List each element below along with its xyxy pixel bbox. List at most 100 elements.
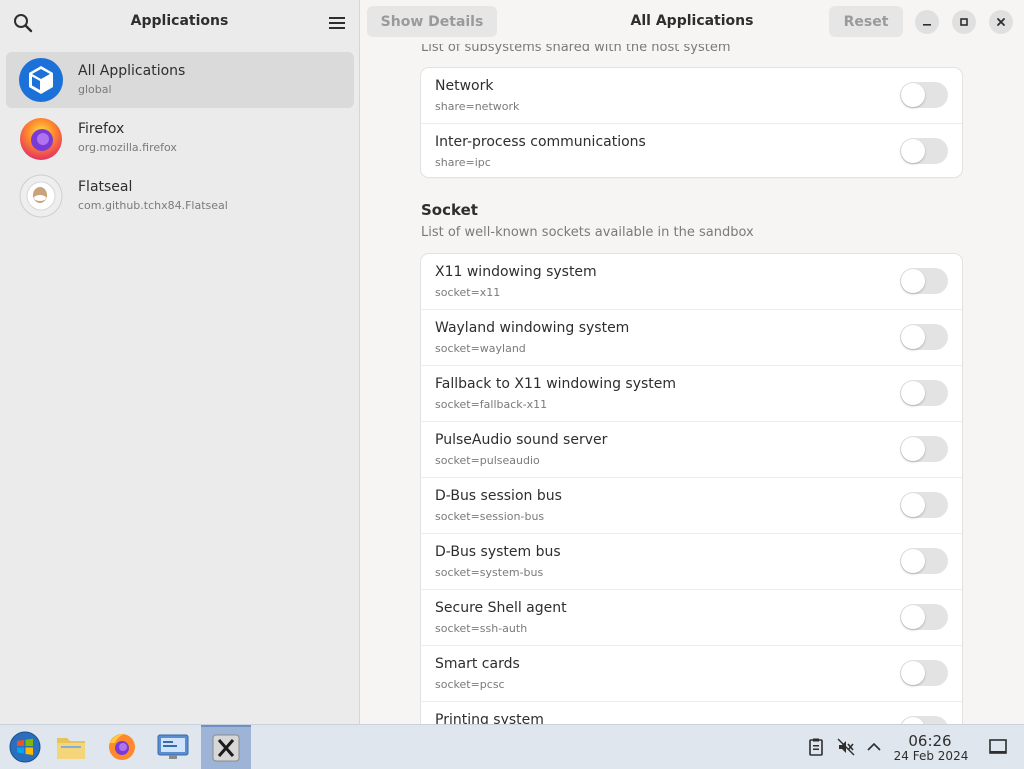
chevron-up-icon[interactable] bbox=[864, 737, 884, 757]
row-title: PulseAudio sound server bbox=[435, 432, 608, 448]
app-name: Firefox bbox=[78, 121, 125, 137]
app-item-flatseal[interactable]: Flatseal com.github.tchx84.Flatseal bbox=[6, 168, 354, 224]
maximize-icon bbox=[960, 18, 968, 26]
row-title: D-Bus system bus bbox=[435, 544, 561, 560]
row-title: Wayland windowing system bbox=[435, 320, 630, 336]
sidebar-title: Applications bbox=[130, 13, 229, 29]
socket-section-title: Socket bbox=[421, 201, 478, 219]
row-key: socket=pulseaudio bbox=[435, 454, 540, 467]
row-title: Printing system bbox=[435, 712, 544, 724]
start-menu-icon bbox=[9, 731, 41, 763]
clock-date: 24 Feb 2024 bbox=[893, 749, 969, 763]
minimize-icon bbox=[923, 24, 931, 26]
control-panel-button[interactable] bbox=[148, 725, 198, 769]
flatseal-icon bbox=[18, 173, 64, 219]
permission-row-ssh-auth: Secure Shell agent socket=ssh-auth bbox=[421, 590, 962, 646]
all-applications-icon bbox=[18, 57, 64, 103]
reset-button[interactable]: Reset bbox=[829, 6, 903, 37]
taskbar: 06:26 24 Feb 2024 bbox=[0, 724, 1024, 769]
clock-time[interactable]: 06:26 bbox=[896, 732, 964, 750]
row-key: socket=wayland bbox=[435, 342, 526, 355]
sidebar-header: Applications bbox=[0, 0, 359, 44]
volume-muted-icon[interactable] bbox=[836, 737, 856, 757]
toggle-knob bbox=[901, 83, 925, 107]
toggle-switch[interactable] bbox=[900, 380, 948, 406]
app-list: All Applications global Firefox org.mozi… bbox=[6, 52, 354, 226]
toggle-knob bbox=[901, 605, 925, 629]
toggle-knob bbox=[901, 139, 925, 163]
toggle-switch[interactable] bbox=[900, 138, 948, 164]
permission-row-network: Network share=network bbox=[421, 68, 962, 124]
header-bar: Show Details All Applications Reset bbox=[360, 0, 1024, 44]
minimize-button[interactable] bbox=[915, 10, 939, 34]
row-key: socket=system-bus bbox=[435, 566, 544, 579]
toggle-knob bbox=[901, 661, 925, 685]
toggle-switch[interactable] bbox=[900, 324, 948, 350]
toggle-switch[interactable] bbox=[900, 548, 948, 574]
permission-row-ipc: Inter-process communications share=ipc bbox=[421, 124, 962, 177]
toggle-switch[interactable] bbox=[900, 82, 948, 108]
toggle-knob bbox=[901, 493, 925, 517]
toggle-switch[interactable] bbox=[900, 436, 948, 462]
row-key: socket=session-bus bbox=[435, 510, 545, 523]
firefox-icon bbox=[18, 115, 64, 161]
control-panel-icon bbox=[157, 734, 189, 759]
permission-row-session-bus: D-Bus session bus socket=session-bus bbox=[421, 478, 962, 534]
clipboard-icon[interactable] bbox=[806, 737, 826, 757]
toggle-switch[interactable] bbox=[900, 492, 948, 518]
maximize-button[interactable] bbox=[952, 10, 976, 34]
row-key: socket=pcsc bbox=[435, 678, 505, 691]
permission-row-printing: Printing system bbox=[421, 702, 962, 724]
file-manager-button[interactable] bbox=[46, 725, 96, 769]
toggle-knob bbox=[901, 381, 925, 405]
toggle-knob bbox=[901, 437, 925, 461]
row-title: X11 windowing system bbox=[435, 264, 597, 280]
app-name: Flatseal bbox=[78, 179, 133, 195]
toggle-switch[interactable] bbox=[900, 604, 948, 630]
permissions-pane: List of subsystems shared with the host … bbox=[360, 0, 1024, 724]
socket-card: X11 windowing system socket=x11 Wayland … bbox=[421, 254, 962, 724]
row-title: Secure Shell agent bbox=[435, 600, 567, 616]
toggle-knob bbox=[901, 549, 925, 573]
permission-row-wayland: Wayland windowing system socket=wayland bbox=[421, 310, 962, 366]
share-card: Network share=network Inter-process comm… bbox=[421, 68, 962, 177]
app-item-all-applications[interactable]: All Applications global bbox=[6, 52, 354, 108]
start-menu-button[interactable] bbox=[0, 725, 50, 769]
app-name: All Applications bbox=[78, 63, 186, 79]
close-icon bbox=[997, 18, 1005, 26]
row-title: D-Bus session bus bbox=[435, 488, 562, 504]
toggle-knob bbox=[901, 325, 925, 349]
firefox-icon bbox=[109, 734, 135, 760]
permission-row-pulseaudio: PulseAudio sound server socket=pulseaudi… bbox=[421, 422, 962, 478]
row-key: socket=x11 bbox=[435, 286, 501, 299]
row-key: socket=fallback-x11 bbox=[435, 398, 548, 411]
file-manager-icon bbox=[57, 738, 85, 759]
row-title: Inter-process communications bbox=[435, 134, 646, 150]
app-item-firefox[interactable]: Firefox org.mozilla.firefox bbox=[6, 110, 354, 166]
permission-row-x11: X11 windowing system socket=x11 bbox=[421, 254, 962, 310]
row-key: socket=ssh-auth bbox=[435, 622, 528, 635]
show-desktop-icon[interactable] bbox=[988, 737, 1008, 757]
permission-row-fallback-x11: Fallback to X11 windowing system socket=… bbox=[421, 366, 962, 422]
hamburger-menu-icon[interactable] bbox=[326, 13, 348, 33]
xfce-terminal-icon bbox=[212, 734, 240, 762]
xfce-terminal-button[interactable] bbox=[201, 725, 251, 769]
permission-row-pcsc: Smart cards socket=pcsc bbox=[421, 646, 962, 702]
toggle-switch[interactable] bbox=[900, 660, 948, 686]
app-id: global bbox=[78, 83, 112, 96]
permission-row-system-bus: D-Bus system bus socket=system-bus bbox=[421, 534, 962, 590]
toggle-switch[interactable] bbox=[900, 716, 948, 724]
socket-section-subtitle: List of well-known sockets available in … bbox=[421, 225, 754, 240]
toggle-knob bbox=[901, 269, 925, 293]
toggle-switch[interactable] bbox=[900, 268, 948, 294]
row-title: Network bbox=[435, 78, 494, 94]
row-title: Smart cards bbox=[435, 656, 520, 672]
row-key: share=network bbox=[435, 100, 520, 113]
app-id: com.github.tchx84.Flatseal bbox=[78, 199, 228, 212]
row-key: share=ipc bbox=[435, 156, 491, 169]
firefox-taskbar-button[interactable] bbox=[97, 725, 147, 769]
app-id: org.mozilla.firefox bbox=[78, 141, 177, 154]
close-button[interactable] bbox=[989, 10, 1013, 34]
row-title: Fallback to X11 windowing system bbox=[435, 376, 677, 392]
app-sidebar: Applications All Applications global Fir… bbox=[0, 0, 360, 724]
